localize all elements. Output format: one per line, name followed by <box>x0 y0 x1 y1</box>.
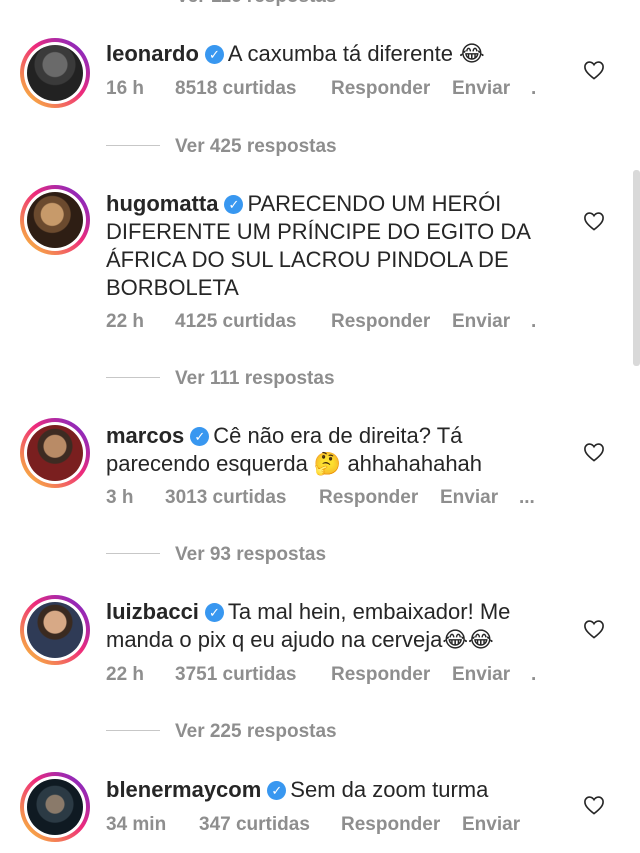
comment-likes[interactable]: 347 curtidas <box>199 814 310 836</box>
comment-time: 16 h <box>106 78 145 99</box>
avatar[interactable] <box>20 418 90 488</box>
more-options-icon[interactable]: . <box>531 311 536 333</box>
view-replies-link[interactable]: Ver 116 respostas <box>176 0 337 8</box>
avatar[interactable] <box>20 772 90 842</box>
avatar[interactable] <box>20 38 90 108</box>
send-button[interactable]: Enviar <box>440 487 498 509</box>
avatar[interactable] <box>20 595 90 665</box>
verified-badge-icon: ✓ <box>204 603 224 622</box>
view-replies-link[interactable]: Ver 111 respostas <box>175 368 335 390</box>
send-button[interactable]: Enviar <box>462 814 520 836</box>
comment-time: 34 min <box>106 814 167 835</box>
reply-button[interactable]: Responder <box>331 664 430 686</box>
avatar[interactable] <box>20 185 90 255</box>
comment-likes[interactable]: 3013 curtidas <box>165 487 286 509</box>
send-button[interactable]: Enviar <box>452 311 510 333</box>
scrollbar[interactable] <box>633 170 640 366</box>
reply-button[interactable]: Responder <box>331 78 430 100</box>
verified-badge-icon: ✓ <box>224 195 244 214</box>
view-replies-link[interactable]: Ver 225 respostas <box>175 721 337 743</box>
reply-button[interactable]: Responder <box>341 814 440 836</box>
verified-badge-icon: ✓ <box>267 781 287 800</box>
more-options-icon[interactable]: ... <box>519 487 535 509</box>
view-replies-link[interactable]: Ver 93 respostas <box>175 544 326 566</box>
heart-icon[interactable] <box>583 60 605 80</box>
replies-divider <box>106 730 160 731</box>
comment-likes[interactable]: 3751 curtidas <box>175 664 296 686</box>
heart-icon[interactable] <box>583 795 605 815</box>
comment-likes[interactable]: 4125 curtidas <box>175 311 296 333</box>
reply-button[interactable]: Responder <box>331 311 430 333</box>
verified-badge-icon: ✓ <box>204 45 224 64</box>
more-options-icon[interactable]: . <box>531 664 536 686</box>
comment-username[interactable]: luizbacci <box>106 599 199 624</box>
send-button[interactable]: Enviar <box>452 664 510 686</box>
comment-time: 22 h <box>106 311 145 332</box>
comment-time: 3 h <box>106 487 134 508</box>
replies-divider <box>106 553 160 554</box>
view-replies-link[interactable]: Ver 425 respostas <box>175 136 337 158</box>
comment-username[interactable]: hugomatta <box>106 191 218 216</box>
comment-time: 22 h <box>106 664 145 685</box>
comment-text: A caxumba tá diferente 😂 <box>227 41 485 66</box>
comment-username[interactable]: leonardo <box>106 41 199 66</box>
heart-icon[interactable] <box>583 619 605 639</box>
more-options-icon[interactable]: . <box>531 78 536 100</box>
replies-divider <box>106 377 160 378</box>
reply-button[interactable]: Responder <box>319 487 418 509</box>
comment-likes[interactable]: 8518 curtidas <box>175 78 296 100</box>
heart-icon[interactable] <box>583 442 605 462</box>
comment-text: Sem da zoom turma <box>290 777 489 802</box>
replies-divider <box>106 145 160 146</box>
comment-username[interactable]: blenermaycom <box>106 777 261 802</box>
verified-badge-icon: ✓ <box>190 427 210 446</box>
comment-username[interactable]: marcos <box>106 423 184 448</box>
send-button[interactable]: Enviar <box>452 78 510 100</box>
heart-icon[interactable] <box>583 211 605 231</box>
